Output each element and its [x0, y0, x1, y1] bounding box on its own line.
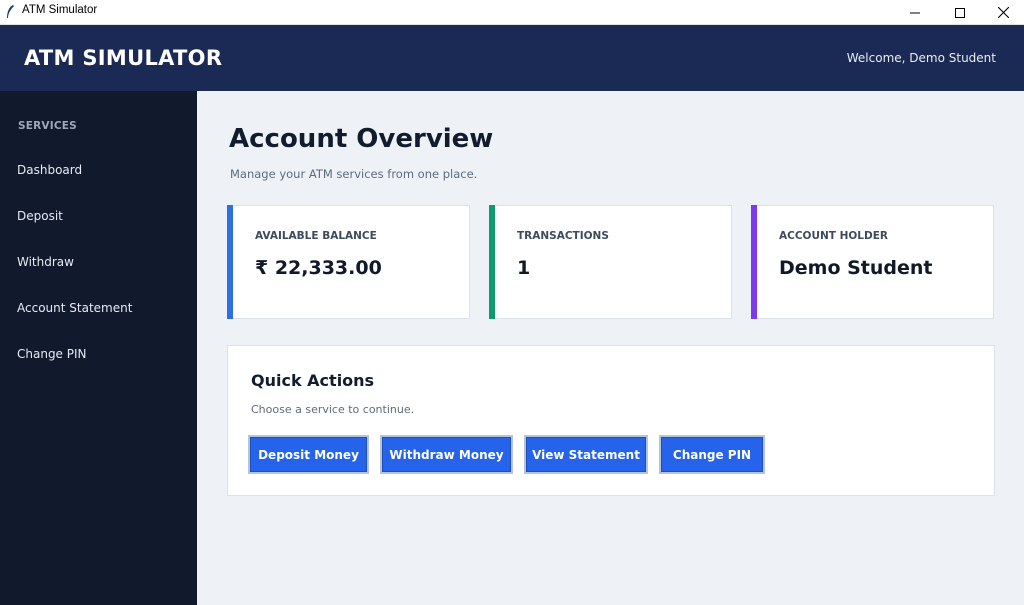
sidebar-item-dashboard[interactable]: Dashboard — [17, 163, 82, 177]
sidebar: SERVICES Dashboard Deposit Withdraw Acco… — [0, 91, 197, 605]
card-label: ACCOUNT HOLDER — [779, 230, 888, 242]
sidebar-item-deposit[interactable]: Deposit — [17, 209, 63, 223]
window-title: ATM Simulator — [22, 4, 98, 16]
sidebar-item-account-statement[interactable]: Account Statement — [17, 301, 132, 315]
balance-card: AVAILABLE BALANCE ₹ 22,333.00 — [227, 205, 470, 319]
minimize-icon — [910, 12, 920, 13]
card-label: AVAILABLE BALANCE — [255, 230, 377, 242]
card-accent-bar — [751, 205, 757, 319]
quick-actions-panel: Quick Actions Choose a service to contin… — [227, 345, 995, 496]
sidebar-item-change-pin[interactable]: Change PIN — [17, 347, 87, 361]
balance-value: ₹ 22,333.00 — [255, 257, 382, 279]
page-title: Account Overview — [229, 124, 494, 154]
account-holder-value: Demo Student — [779, 257, 933, 279]
withdraw-money-button[interactable]: Withdraw Money — [380, 435, 513, 474]
quick-actions-subtitle: Choose a service to continue. — [251, 403, 415, 416]
account-holder-card: ACCOUNT HOLDER Demo Student — [751, 205, 994, 319]
card-accent-bar — [227, 205, 233, 319]
close-icon — [997, 7, 1009, 18]
page-subtitle: Manage your ATM services from one place. — [230, 167, 478, 181]
transactions-card: TRANSACTIONS 1 — [489, 205, 732, 319]
maximize-button[interactable] — [937, 0, 983, 25]
deposit-money-button[interactable]: Deposit Money — [248, 435, 369, 474]
window-titlebar: ATM Simulator — [0, 0, 1024, 25]
welcome-text: Welcome, Demo Student — [846, 51, 996, 65]
close-button[interactable] — [980, 0, 1024, 25]
app-header: ATM SIMULATOR Welcome, Demo Student — [0, 25, 1024, 91]
card-accent-bar — [489, 205, 495, 319]
quick-actions-title: Quick Actions — [251, 371, 375, 390]
change-pin-button[interactable]: Change PIN — [659, 435, 765, 474]
main-content: Account Overview Manage your ATM service… — [197, 91, 1024, 605]
minimize-button[interactable] — [892, 0, 938, 25]
app-brand: ATM SIMULATOR — [24, 46, 223, 70]
feather-app-icon — [7, 5, 14, 18]
card-label: TRANSACTIONS — [517, 230, 609, 242]
view-statement-button[interactable]: View Statement — [524, 435, 648, 474]
transactions-value: 1 — [517, 257, 531, 279]
maximize-icon — [955, 7, 965, 18]
sidebar-section-label: SERVICES — [18, 120, 77, 132]
sidebar-item-withdraw[interactable]: Withdraw — [17, 255, 74, 269]
